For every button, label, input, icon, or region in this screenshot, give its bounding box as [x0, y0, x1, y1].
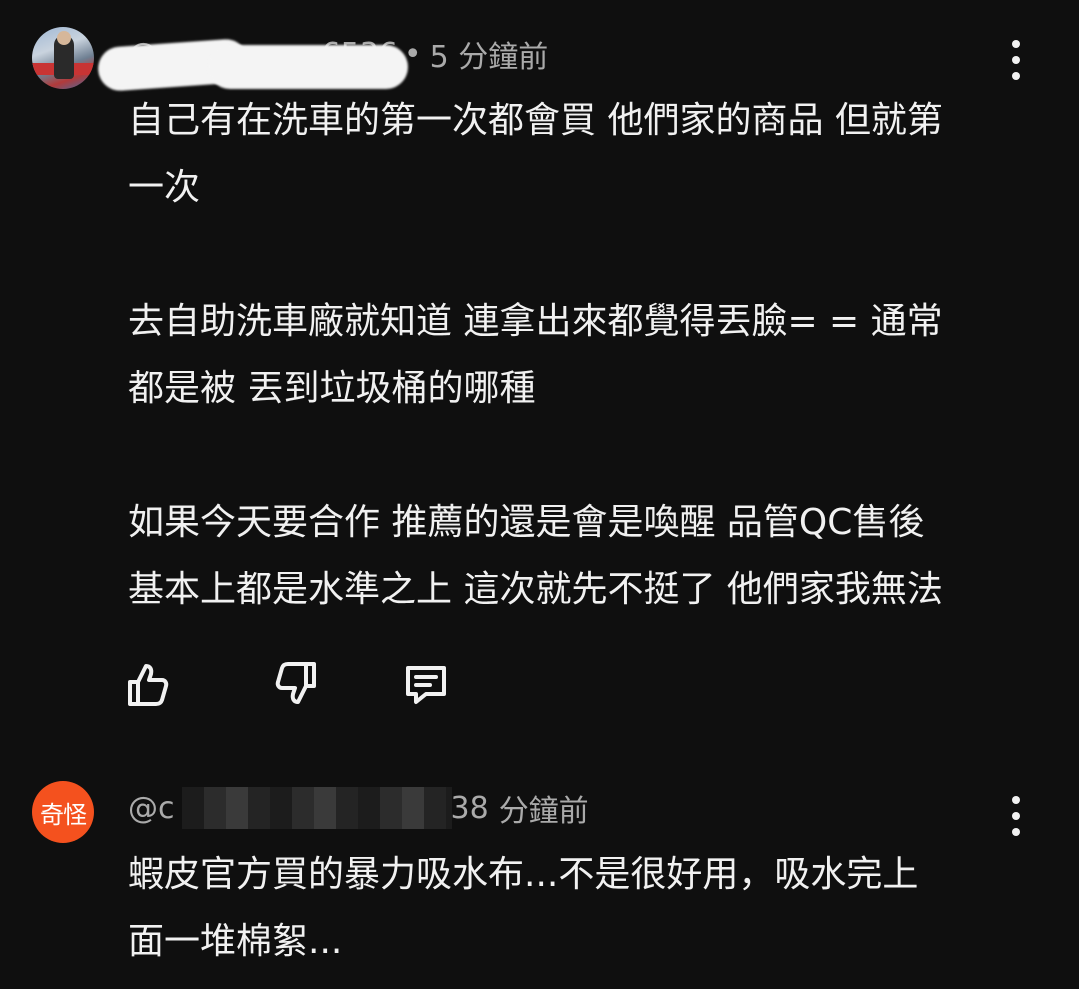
comment-timestamp: 分鐘前 [498, 794, 589, 829]
comment-author-handle[interactable]: @c 38 [128, 786, 489, 829]
redaction-pixelation [182, 786, 452, 829]
comment-timestamp: 5 分鐘前 [429, 40, 549, 75]
thumbs-up-icon[interactable] [126, 660, 174, 712]
comment-text: 自己有在洗車的第一次都會買 他們家的商品 但就第 一次 去自助洗車廠就知道 連拿… [128, 100, 943, 610]
user-avatar[interactable]: 奇怪 [32, 781, 94, 843]
comment-meta: @gc6536 • 5 分鐘前 [96, 32, 549, 92]
more-options-icon[interactable] [1004, 796, 1028, 836]
comment-author-handle[interactable]: @gc6536 [96, 37, 408, 92]
user-avatar[interactable] [32, 27, 94, 89]
more-options-icon[interactable] [1004, 40, 1028, 80]
comment-text: 蝦皮官方買的暴力吸水布...不是很好用，吸水完上 面一堆棉絮... [128, 854, 919, 962]
comment-meta: @c 38 分鐘前 [128, 786, 589, 830]
redaction-blur [208, 44, 408, 89]
reply-comment-icon[interactable] [402, 660, 450, 712]
thumbs-down-icon[interactable] [274, 660, 322, 712]
